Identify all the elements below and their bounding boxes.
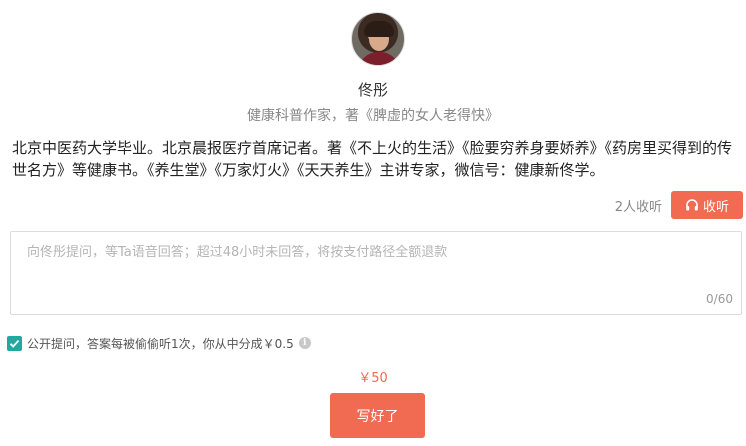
listen-button-label: 收听: [702, 198, 729, 214]
listen-button[interactable]: 收听: [671, 191, 743, 219]
submit-button[interactable]: 写好了: [330, 393, 425, 438]
headphones-icon: [685, 198, 699, 212]
expert-bio: 北京中医药大学毕业。北京晨报医疗首席记者。著《不上火的生活》《脸要穷养身要娇养》…: [12, 139, 733, 179]
avatar-hair: [364, 21, 394, 37]
expert-name: 佟彤: [357, 81, 388, 99]
ask-expert-page: 佟彤 健康科普作家，著《脾虚的女人老得快》 北京中医药大学毕业。北京晨报医疗首席…: [0, 0, 746, 446]
checkmark-icon: [9, 339, 20, 348]
avatar-shoulders: [358, 52, 400, 65]
public-question-label: 公开提问，答案每被偷偷听1次，你从中分成￥0.5: [27, 336, 294, 351]
char-counter: 0/60: [706, 292, 733, 306]
question-price: ￥50: [358, 371, 388, 386]
info-icon[interactable]: i: [298, 337, 311, 349]
public-question-checkbox[interactable]: [7, 335, 22, 351]
expert-avatar: [351, 12, 405, 66]
expert-subtitle: 健康科普作家，著《脾虚的女人老得快》: [247, 108, 499, 124]
listener-count: 2人收听: [614, 200, 662, 215]
question-box: 0/60: [10, 231, 742, 315]
question-input[interactable]: [11, 232, 741, 314]
public-question-option: 公开提问，答案每被偷偷听1次，你从中分成￥0.5 i: [7, 334, 311, 352]
